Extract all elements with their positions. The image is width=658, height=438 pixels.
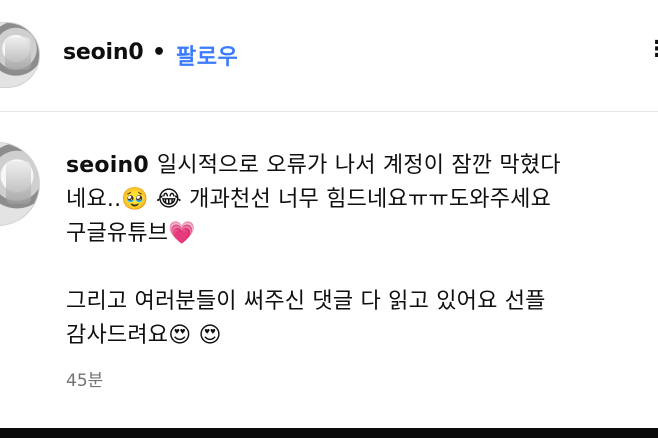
author-avatar[interactable] bbox=[0, 22, 40, 88]
bottom-bar bbox=[0, 428, 658, 438]
separator-dot: • bbox=[152, 40, 167, 65]
more-options-icon[interactable]: ⋮ bbox=[646, 37, 658, 62]
comment-line-2: 네요..🥹 😂 개과천선 너무 힘드네요ㅠㅠ도와주세요 bbox=[66, 187, 552, 212]
comment-line-text: 일시적으로 오류가 나서 계정이 잠깐 막혔다 bbox=[156, 153, 561, 178]
comment-line-1: seoin0 일시적으로 오류가 나서 계정이 잠깐 막혔다 bbox=[66, 149, 656, 183]
comment-timestamp: 45분 bbox=[66, 371, 104, 391]
paragraph-break bbox=[66, 251, 656, 285]
comment-line-5: 감사드려요😍 😍 bbox=[66, 323, 222, 348]
author-username[interactable]: seoin0 bbox=[63, 40, 144, 65]
commenter-avatar[interactable] bbox=[0, 142, 40, 226]
comment-line-3: 구글유튜브💗 bbox=[66, 221, 196, 246]
commenter-username[interactable]: seoin0 bbox=[66, 153, 149, 178]
follow-button[interactable]: 팔로우 bbox=[176, 39, 238, 71]
comment-item: seoin0 일시적으로 오류가 나서 계정이 잠깐 막혔다 네요..🥹 😂 개과… bbox=[0, 112, 658, 422]
post-header: seoin0 • 팔로우 ⋮ bbox=[0, 0, 658, 112]
comment-text: seoin0 일시적으로 오류가 나서 계정이 잠깐 막혔다 네요..🥹 😂 개과… bbox=[66, 149, 656, 353]
comment-line-4: 그리고 여러분들이 써주신 댓글 다 읽고 있어요 선플 bbox=[66, 289, 546, 314]
